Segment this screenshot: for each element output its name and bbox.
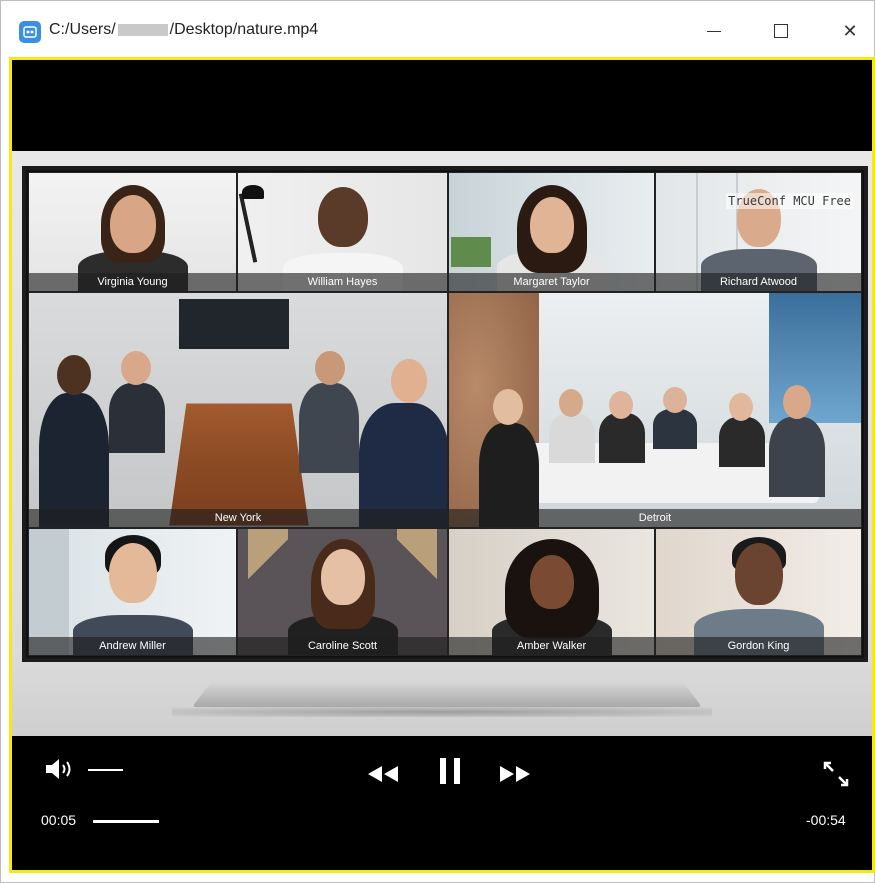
volume-slider[interactable]: [88, 769, 123, 771]
participant-name: William Hayes: [238, 273, 447, 291]
participant-name: Richard Atwood: [656, 273, 861, 291]
progress-bar[interactable]: [93, 820, 159, 823]
player-window: C:/Users/ /Desktop/nature.mp4 ✕ Virginia…: [0, 0, 875, 883]
close-icon: ✕: [842, 20, 858, 41]
fast-forward-icon: [500, 766, 530, 782]
tv-screen: Virginia Young William Hayes Margaret Ta…: [22, 166, 868, 662]
participant-name: Andrew Miller: [29, 637, 236, 655]
tv-stand-shadow: [172, 707, 712, 717]
volume-icon[interactable]: [44, 758, 76, 780]
participant-tile: New York: [28, 292, 448, 528]
participant-name: Virginia Young: [29, 273, 236, 291]
participant-tile: Andrew Miller: [28, 528, 237, 656]
participant-name: Detroit: [449, 509, 861, 527]
participant-name: Margaret Taylor: [449, 273, 654, 291]
video-player-icon: [19, 21, 41, 43]
participant-name: New York: [29, 509, 447, 527]
participant-name: Gordon King: [656, 637, 861, 655]
conference-grid: Virginia Young William Hayes Margaret Ta…: [28, 172, 862, 656]
participant-tile: TrueConf MCU Free Richard Atwood: [655, 172, 862, 292]
participant-name: Amber Walker: [449, 637, 654, 655]
participant-tile: Virginia Young: [28, 172, 237, 292]
rewind-button[interactable]: [366, 763, 400, 785]
video-frame[interactable]: Virginia Young William Hayes Margaret Ta…: [12, 151, 872, 736]
maximize-icon: [774, 24, 788, 38]
player-controls: 00:05 -00:54: [12, 736, 872, 870]
participant-tile: Margaret Taylor: [448, 172, 655, 292]
watermark: TrueConf MCU Free: [726, 193, 853, 209]
participant-name: Caroline Scott: [238, 637, 447, 655]
participant-tile: Detroit: [448, 292, 862, 528]
tv-stand-right-leg: [411, 681, 703, 707]
title-bar[interactable]: C:/Users/ /Desktop/nature.mp4 ✕: [1, 1, 874, 57]
participant-tile: Gordon King: [655, 528, 862, 656]
pause-button[interactable]: [438, 756, 462, 786]
elapsed-time: 00:05: [41, 812, 77, 828]
fullscreen-button[interactable]: [822, 760, 850, 788]
participant-tile: William Hayes: [237, 172, 448, 292]
minimize-icon: [707, 30, 721, 32]
rewind-icon: [368, 766, 398, 782]
fast-forward-button[interactable]: [498, 763, 532, 785]
player-content: Virginia Young William Hayes Margaret Ta…: [9, 57, 875, 873]
remaining-time: -00:54: [806, 812, 846, 828]
participant-tile: Amber Walker: [448, 528, 655, 656]
pause-icon: [440, 758, 460, 784]
title-prefix: C:/Users/: [49, 21, 116, 38]
title-suffix: /Desktop/nature.mp4: [169, 21, 319, 38]
minimize-button[interactable]: [691, 15, 737, 47]
window-title: C:/Users/ /Desktop/nature.mp4: [49, 21, 318, 39]
redacted-username: [117, 24, 168, 36]
participant-tile: Caroline Scott: [237, 528, 448, 656]
maximize-button[interactable]: [758, 15, 804, 47]
close-button[interactable]: ✕: [827, 15, 873, 47]
fullscreen-icon: [823, 761, 849, 787]
